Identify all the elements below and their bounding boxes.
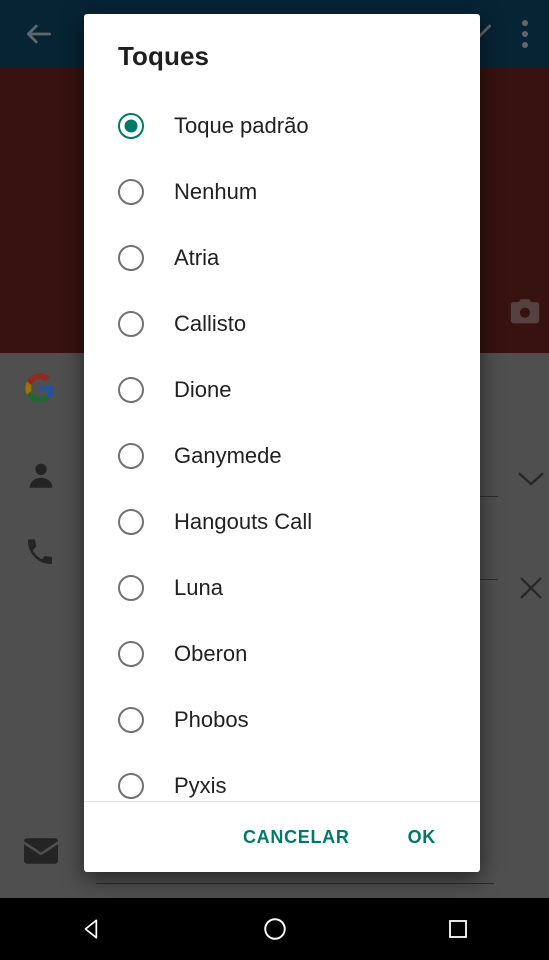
nav-recents-button[interactable] <box>423 905 493 953</box>
radio-unselected-icon[interactable] <box>118 178 144 205</box>
radio-unselected-icon[interactable] <box>118 310 144 337</box>
ringtone-option-row[interactable]: Hangouts Call <box>84 489 480 555</box>
cancel-button[interactable]: CANCELAR <box>229 817 364 858</box>
ringtone-option-row[interactable]: Atria <box>84 225 480 291</box>
ringtone-option-label: Atria <box>174 244 220 270</box>
ringtone-option-label: Nenhum <box>174 178 258 204</box>
ringtone-option-row[interactable]: Pyxis <box>84 753 480 801</box>
nav-back-button[interactable] <box>57 905 127 953</box>
ringtone-option-row[interactable]: Phobos <box>84 687 480 753</box>
ringtone-option-label: Callisto <box>174 310 247 336</box>
ok-button[interactable]: OK <box>394 817 450 858</box>
ringtone-option-label: Hangouts Call <box>174 508 313 534</box>
close-icon <box>517 574 545 602</box>
ringtone-option-label: Ganymede <box>174 442 282 468</box>
ringtone-picker-dialog: Toques Toque padrão Nenhum Atria Callisto Di… <box>84 14 480 872</box>
dialog-title: Toques <box>118 41 210 71</box>
radio-unselected-icon[interactable] <box>118 772 144 799</box>
ringtone-option-label: Luna <box>174 574 223 600</box>
ringtone-option-row[interactable]: Luna <box>84 555 480 621</box>
radio-unselected-icon[interactable] <box>118 706 144 733</box>
android-navigation-bar <box>0 898 549 960</box>
nav-home-button[interactable] <box>240 905 310 953</box>
more-vertical-icon[interactable] <box>522 20 530 50</box>
chevron-down-icon <box>516 470 546 488</box>
radio-unselected-icon[interactable] <box>118 508 144 535</box>
ringtone-option-row[interactable]: Dione <box>84 357 480 423</box>
ringtone-option-label: Oberon <box>174 640 248 666</box>
person-icon <box>24 458 58 492</box>
camera-icon[interactable] <box>505 295 545 329</box>
google-g-icon <box>24 372 56 404</box>
ringtone-option-label: Phobos <box>174 706 249 732</box>
ringtone-option-row[interactable]: Ganymede <box>84 423 480 489</box>
ringtone-option-label: Pyxis <box>174 772 227 798</box>
phone-icon <box>24 536 56 568</box>
field-underline <box>96 883 494 884</box>
dialog-action-bar: CANCELAR OK <box>84 802 480 872</box>
ringtone-option-list[interactable]: Toque padrão Nenhum Atria Callisto Dione Gany… <box>84 93 480 801</box>
radio-unselected-icon[interactable] <box>118 244 144 271</box>
radio-unselected-icon[interactable] <box>118 376 144 403</box>
ringtone-option-row[interactable]: Callisto <box>84 291 480 357</box>
radio-selected-icon[interactable] <box>118 112 144 139</box>
mail-icon <box>24 838 58 864</box>
ringtone-option-row[interactable]: Toque padrão <box>84 93 480 159</box>
ringtone-option-row[interactable]: Nenhum <box>84 159 480 225</box>
ringtone-option-label: Toque padrão <box>174 112 309 138</box>
ringtone-option-label: Dione <box>174 376 232 402</box>
radio-unselected-icon[interactable] <box>118 442 144 469</box>
radio-unselected-icon[interactable] <box>118 640 144 667</box>
ringtone-option-row[interactable]: Oberon <box>84 621 480 687</box>
radio-unselected-icon[interactable] <box>118 574 144 601</box>
back-arrow-icon[interactable] <box>22 18 56 50</box>
